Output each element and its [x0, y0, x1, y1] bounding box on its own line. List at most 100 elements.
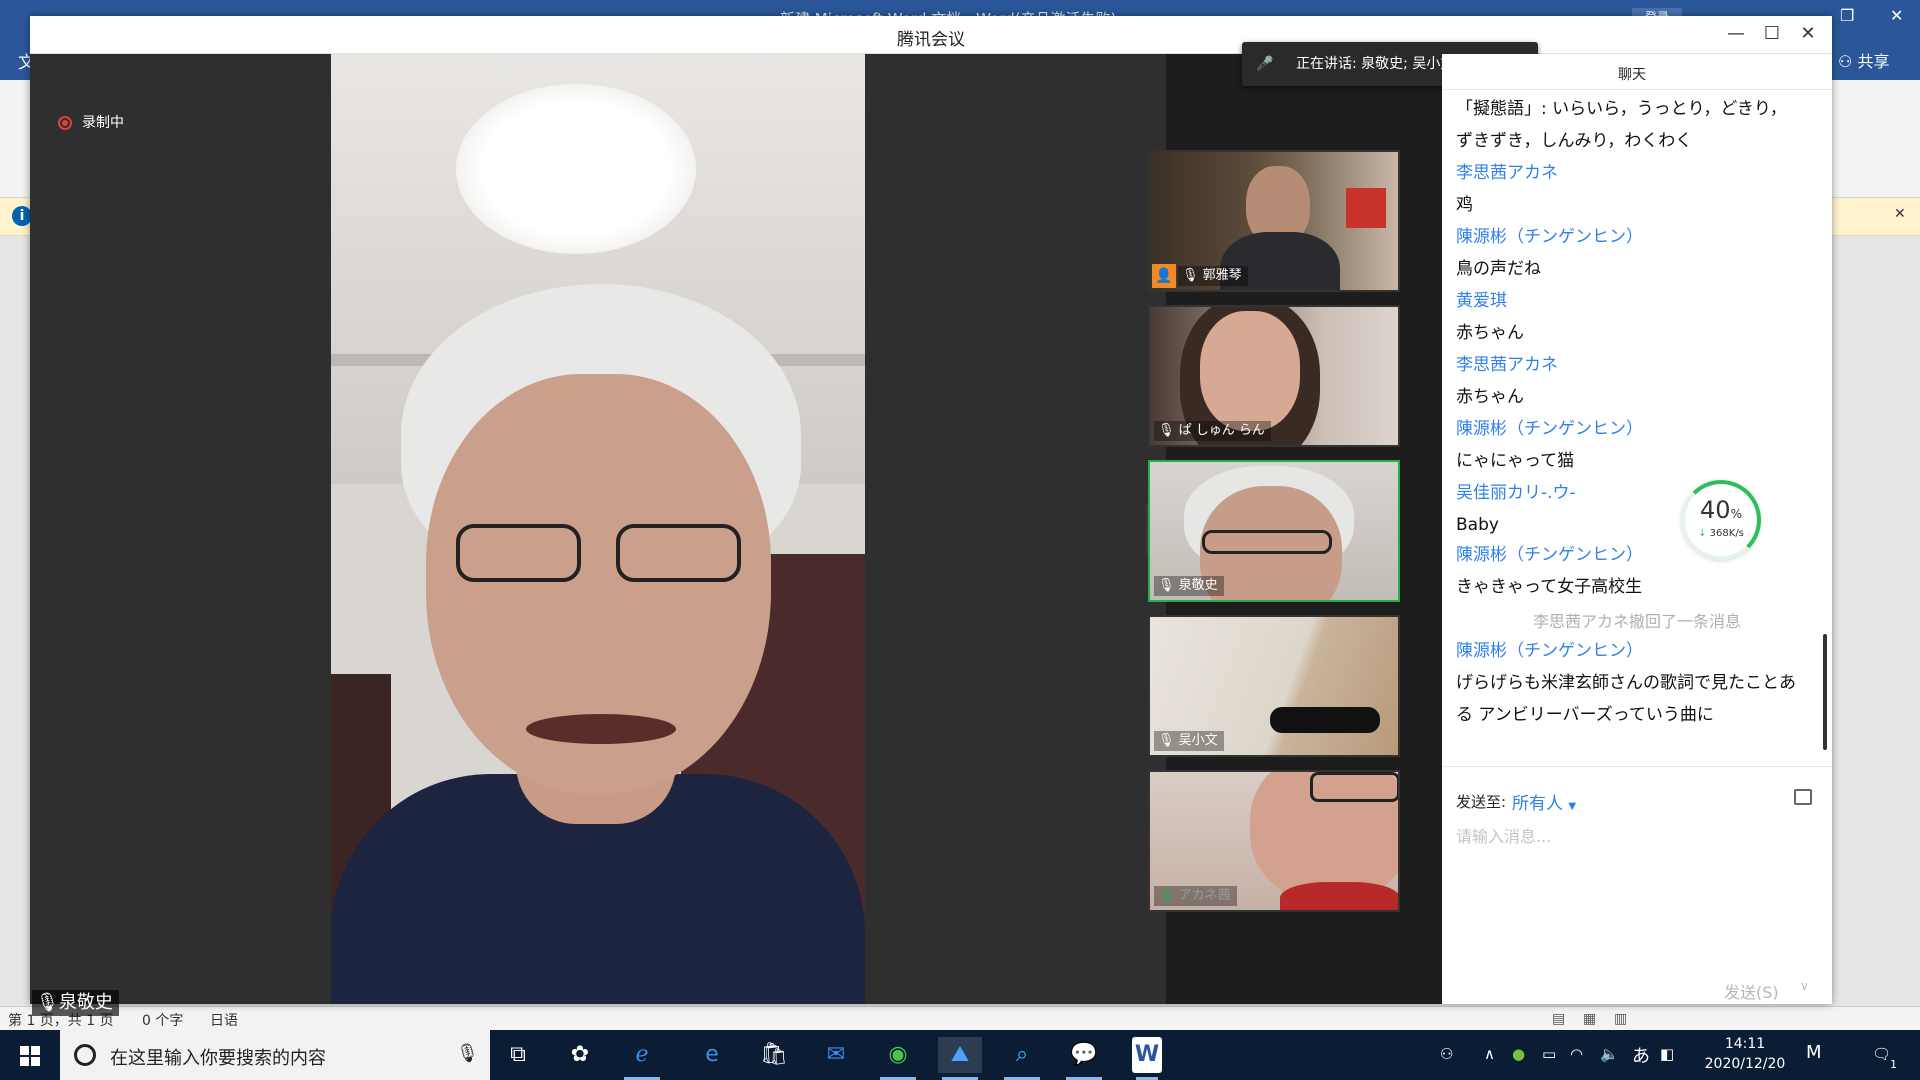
- participant-name: 泉敬史: [1178, 578, 1218, 593]
- chat-message-sender: 陳源彬（チンゲンヒン）: [1456, 227, 1643, 247]
- chat-scrollbar[interactable]: [1823, 634, 1827, 750]
- microphone-icon[interactable]: 🎙: [456, 1043, 479, 1064]
- chat-message-list[interactable]: 「擬態語」: いらいら，うっとり，どきり， ずきずき，しんみり，わくわく 李思茜…: [1442, 92, 1832, 772]
- meeting-titlebar: 腾讯会议 — ☐ ✕: [30, 16, 1832, 54]
- chat-message-text: きゃきゃって女子高校生: [1456, 577, 1643, 597]
- chat-message-text: げらげらも米津玄師さんの歌詞で見たことあ: [1456, 673, 1796, 693]
- chat-panel: 聊天 「擬態語」: いらいら，うっとり，どきり， ずきずき，しんみり，わくわく …: [1442, 54, 1832, 1004]
- arrow-down-icon: ↓: [1698, 528, 1707, 539]
- start-button[interactable]: [0, 1030, 60, 1080]
- green-app-icon[interactable]: ◉: [876, 1037, 920, 1080]
- pinwheel-app-icon[interactable]: ✿: [558, 1037, 602, 1073]
- chat-message-sender: 吴佳丽カリ-.ウ-: [1456, 483, 1576, 503]
- view-mode-icons[interactable]: ▤ ▦ ▥: [1552, 1011, 1627, 1027]
- participant-name: 郭雅琴: [1202, 268, 1242, 283]
- status-word-count: 0 个字: [142, 1013, 184, 1029]
- taskbar-search-box[interactable]: 在这里输入你要搜索的内容 🎙: [60, 1030, 490, 1080]
- battery-icon[interactable]: ▭: [1542, 1045, 1556, 1063]
- caret-down-icon: ▼: [1568, 801, 1577, 812]
- image-icon[interactable]: [1794, 789, 1812, 805]
- participant-name-tag: 🎙 郭雅琴: [1178, 266, 1248, 286]
- video-ceiling-lamp: [456, 84, 696, 254]
- search-app-icon[interactable]: ⌕: [1000, 1037, 1044, 1080]
- volume-icon[interactable]: 🔈: [1600, 1045, 1619, 1063]
- participant-thumb-active[interactable]: 🎙 泉敬史: [1148, 460, 1400, 602]
- notification-count: 1: [1890, 1058, 1897, 1071]
- ime-indicator[interactable]: あ: [1632, 1042, 1650, 1068]
- security-icon[interactable]: ●: [1512, 1045, 1525, 1063]
- cortana-icon[interactable]: [74, 1044, 96, 1066]
- recording-label: 录制中: [82, 115, 124, 131]
- recording-indicator: 录制中: [58, 112, 124, 132]
- participant-name-tag: 🎙 泉敬史: [1154, 576, 1224, 596]
- chat-message-text: 赤ちゃん: [1456, 323, 1524, 343]
- main-video-area: 录制中 🎙泉敬史: [30, 54, 1166, 1016]
- send-to-value: 所有人: [1512, 794, 1563, 814]
- clock-date: 2020/12/20: [1704, 1056, 1786, 1072]
- network-percent: 40%: [1700, 496, 1742, 524]
- windows-icon: [20, 1046, 40, 1066]
- wifi-icon[interactable]: ◠: [1570, 1045, 1583, 1063]
- mail-icon[interactable]: ✉: [814, 1037, 858, 1073]
- chat-message-text: る アンビリーバーズっていう曲に: [1456, 705, 1714, 725]
- microphone-muted-icon: 🎙: [1158, 888, 1175, 903]
- word-share-button[interactable]: ⚇ 共享: [1838, 48, 1889, 72]
- chat-message-sender: 陳源彬（チンゲンヒン）: [1456, 419, 1643, 439]
- chat-message-sender: 陳源彬（チンゲンヒン）: [1456, 545, 1643, 565]
- chevron-up-icon[interactable]: ∧: [1484, 1045, 1495, 1063]
- chat-message-text: 「擬態語」: いらいら，うっとり，どきり，: [1456, 99, 1787, 119]
- chat-message-text: 鸡: [1456, 195, 1473, 215]
- word-statusbar: 第 1 页，共 1 页 0 个字 日语 ▤ ▦ ▥: [0, 1006, 1920, 1030]
- people-icon[interactable]: ⚇: [1440, 1045, 1453, 1063]
- chat-message-text: にゃにゃって猫: [1456, 451, 1575, 471]
- taskbar-clock[interactable]: 14:11 2020/12/20: [1700, 1034, 1790, 1074]
- chat-message-text: Baby: [1456, 515, 1499, 535]
- host-icon: 👤: [1152, 264, 1176, 288]
- word-close-button[interactable]: ✕: [1890, 6, 1903, 25]
- send-button[interactable]: 发送(S): [1724, 979, 1779, 1003]
- participant-name: ぱ しゅん らん: [1178, 423, 1265, 438]
- video-person-mouth: [526, 714, 676, 744]
- maximize-icon[interactable]: ☐: [1758, 23, 1786, 44]
- task-view-icon[interactable]: ⧉: [496, 1037, 540, 1073]
- tab-chat[interactable]: 聊天: [1618, 64, 1646, 84]
- wechat-icon[interactable]: 💬: [1062, 1037, 1106, 1080]
- network-speed-widget[interactable]: 40% ↓ 368K/s: [1681, 480, 1761, 560]
- chat-input-area: 发送至: 所有人 ▼ 请输入消息... 发送(S) ∨: [1442, 766, 1832, 1004]
- send-to-dropdown[interactable]: 所有人 ▼: [1512, 789, 1576, 814]
- participant-thumb[interactable]: 🎙 吴小文: [1148, 615, 1400, 757]
- video-person-glasses: [456, 524, 746, 584]
- chat-message-sender: 黄爱琪: [1456, 291, 1507, 311]
- participant-thumb[interactable]: 👤 🎙 郭雅琴: [1148, 150, 1400, 292]
- chat-message-input[interactable]: 请输入消息...: [1456, 823, 1551, 847]
- status-language: 日语: [210, 1013, 238, 1029]
- tencent-meeting-icon[interactable]: ⛰: [938, 1037, 982, 1080]
- close-icon[interactable]: ✕: [1794, 23, 1822, 44]
- chat-message-text: 鳥の声だね: [1456, 259, 1541, 279]
- participant-thumb[interactable]: 🎙 アカネ茜: [1148, 770, 1400, 912]
- mail-counter-icon[interactable]: M: [1806, 1042, 1822, 1063]
- chat-message-sender: 李思茜アカネ: [1456, 355, 1558, 375]
- word-share-label: 共享: [1857, 52, 1890, 71]
- ie-browser-icon[interactable]: ℯ: [620, 1037, 664, 1080]
- notification-icon[interactable]: 🗨: [1872, 1045, 1891, 1063]
- participant-name-tag: 🎙 アカネ茜: [1154, 886, 1237, 906]
- microphone-icon: 🎙: [36, 992, 59, 1013]
- chat-tab-bar: 聊天: [1442, 54, 1832, 90]
- infobar-close-icon[interactable]: ✕: [1894, 206, 1906, 222]
- main-speaker-name: 泉敬史: [58, 992, 113, 1013]
- minimize-icon[interactable]: —: [1722, 23, 1750, 44]
- main-speaker-name-tag: 🎙泉敬史: [32, 990, 119, 1016]
- store-icon[interactable]: 🛍: [752, 1037, 796, 1073]
- main-speaker-video[interactable]: [331, 54, 865, 1004]
- chat-message-text: 赤ちゃん: [1456, 387, 1524, 407]
- word-restore-button[interactable]: ❐: [1840, 6, 1854, 25]
- microphone-icon: 🎤: [1256, 56, 1274, 72]
- edge-browser-icon[interactable]: e: [690, 1037, 734, 1073]
- chevron-down-icon[interactable]: ∨: [1800, 979, 1809, 993]
- ime-mode-icon[interactable]: ◧: [1660, 1045, 1674, 1063]
- word-icon[interactable]: W: [1132, 1037, 1162, 1080]
- participant-thumb[interactable]: 🎙 ぱ しゅん らん: [1148, 305, 1400, 447]
- taskbar: 在这里输入你要搜索的内容 🎙 ⧉ ✿ ℯ e 🛍 ✉ ◉ ⛰ ⌕ 💬 W ⚇ ∧…: [0, 1030, 1920, 1080]
- participant-name-tag: 🎙 吴小文: [1154, 731, 1224, 751]
